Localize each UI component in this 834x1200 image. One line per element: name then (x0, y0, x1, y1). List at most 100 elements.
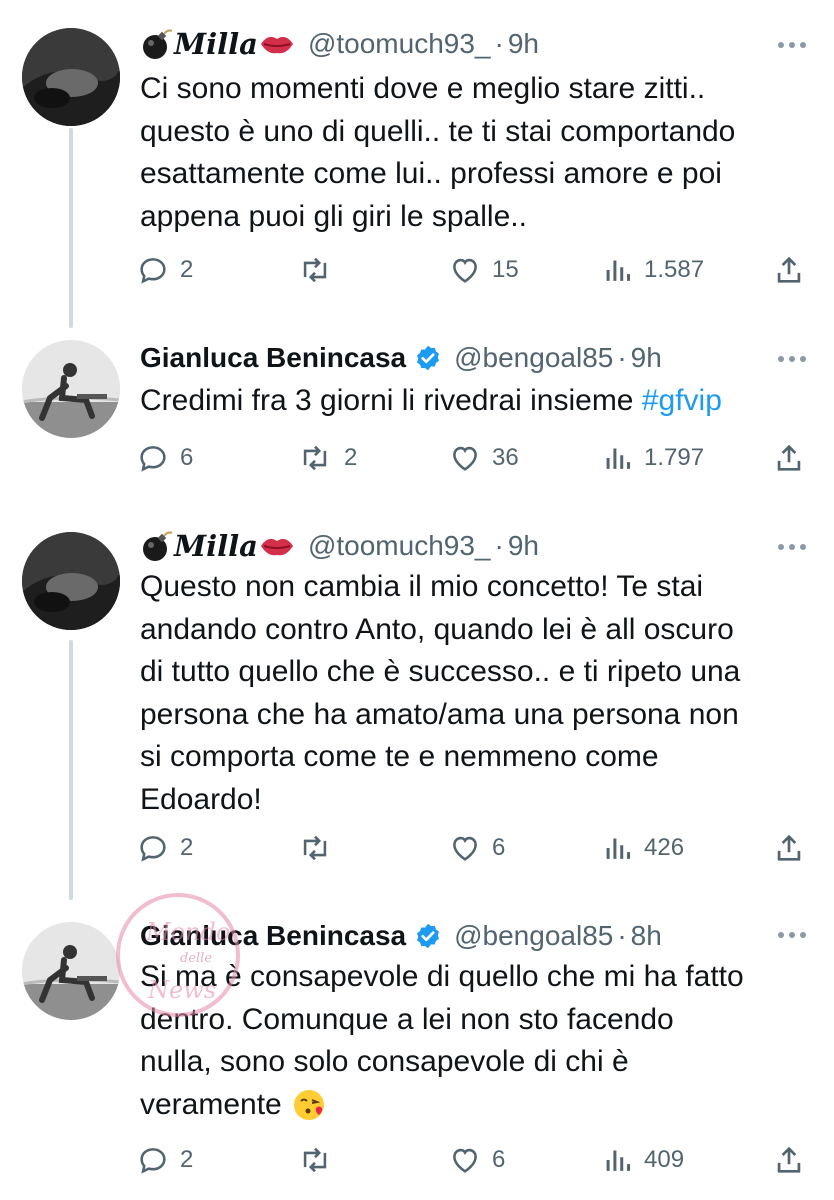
retweet-button[interactable] (296, 1140, 344, 1180)
views-icon (604, 441, 634, 475)
action-bar: 2 6 409 (136, 1140, 816, 1180)
tweet-text-line: di tutto quello che è successo.. e ti ri… (140, 655, 741, 688)
timestamp[interactable]: 9h (508, 530, 539, 562)
like-button[interactable]: 6 (448, 1140, 505, 1180)
bomb-emoji-icon (140, 529, 174, 563)
views-icon (604, 1143, 634, 1177)
tweet[interactable]: Milla @toomuch93_ · 9h Questo non cambia… (0, 512, 834, 904)
tweet-text-line: nulla, sono solo consapevole di chi è (140, 1045, 629, 1078)
hashtag-link[interactable]: #gfvip (642, 384, 722, 417)
timestamp[interactable]: 9h (508, 28, 539, 60)
tweet-text-line: Ci sono momenti dove e meglio stare zitt… (140, 72, 706, 105)
views-button[interactable]: 426 (604, 828, 684, 868)
views-button[interactable]: 409 (604, 1140, 684, 1180)
avatar[interactable] (22, 922, 120, 1020)
more-options-icon[interactable] (778, 544, 806, 550)
tweet-text-line: persona che ha amato/ama una persona non (140, 697, 739, 731)
views-button[interactable]: 1.587 (604, 250, 704, 290)
like-count: 15 (492, 256, 519, 283)
timestamp[interactable]: 8h (631, 920, 662, 952)
heart-icon (448, 253, 482, 287)
share-icon (772, 1143, 806, 1177)
kiss-mark-emoji-icon (258, 29, 296, 59)
verified-badge-icon (414, 922, 442, 950)
reply-count: 2 (180, 1146, 194, 1173)
retweet-icon (296, 441, 334, 475)
tweet-text: Questo non cambia il mio concetto! Te st… (140, 566, 810, 821)
display-name[interactable]: Milla (174, 529, 258, 563)
tweet-text: Credimi fra 3 giorni li rivedrai insieme… (140, 380, 810, 423)
tweet-text: Si ma è consapevole di quello che mi ha … (140, 956, 810, 1126)
user-handle[interactable]: @bengoal85 (454, 342, 613, 374)
avatar[interactable] (22, 340, 120, 438)
share-icon (772, 253, 806, 287)
views-count: 426 (644, 834, 685, 861)
views-button[interactable]: 1.797 (604, 438, 704, 478)
like-count: 6 (492, 834, 506, 861)
retweet-icon (296, 253, 334, 287)
views-icon (604, 831, 634, 865)
share-button[interactable] (772, 250, 806, 290)
verified-badge-icon (414, 344, 442, 372)
bomb-emoji-icon (140, 27, 174, 61)
retweet-icon (296, 1143, 334, 1177)
reply-button[interactable]: 2 (136, 1140, 193, 1180)
heart-icon (448, 831, 482, 865)
tweet-text-line: Edoardo! (140, 782, 262, 816)
display-name[interactable]: Milla (174, 27, 258, 61)
retweet-count: 2 (344, 444, 358, 471)
heart-icon (448, 441, 482, 475)
share-button[interactable] (772, 438, 806, 478)
like-button[interactable]: 15 (448, 250, 519, 290)
user-handle[interactable]: @toomuch93_ (308, 28, 491, 60)
like-count: 36 (492, 444, 519, 471)
display-name[interactable]: Gianluca Benincasa (140, 920, 406, 952)
retweet-button[interactable] (296, 250, 344, 290)
retweet-button[interactable] (296, 828, 344, 868)
user-handle[interactable]: @bengoal85 (454, 920, 613, 952)
tweet-text-line: Questo non cambia il mio concetto! Te st… (140, 570, 704, 603)
tweet-text-line: Si ma è consapevole di quello che mi ha … (140, 960, 744, 993)
tweet-text-line: esattamente come lui.. professi amore e … (140, 157, 722, 190)
like-button[interactable]: 6 (448, 828, 505, 868)
more-options-icon[interactable] (778, 42, 806, 48)
avatar[interactable] (22, 532, 120, 630)
views-icon (604, 253, 634, 287)
reply-icon (136, 253, 170, 287)
action-bar: 2 6 426 (136, 828, 816, 868)
share-button[interactable] (772, 828, 806, 868)
retweet-button[interactable]: 2 (296, 438, 357, 478)
display-name[interactable]: Gianluca Benincasa (140, 342, 406, 374)
share-icon (772, 831, 806, 865)
more-options-icon[interactable] (778, 932, 806, 938)
like-count: 6 (492, 1146, 506, 1173)
timestamp[interactable]: 9h (631, 342, 662, 374)
tweet[interactable]: Gianluca Benincasa @bengoal85 · 8h Si ma… (0, 904, 834, 1200)
reply-count: 2 (180, 256, 194, 283)
user-handle[interactable]: @toomuch93_ (308, 530, 491, 562)
views-count: 409 (644, 1146, 685, 1173)
tweet-text: Ci sono momenti dove e meglio stare zitt… (140, 68, 810, 238)
tweet-text-line: andando contro Anto, quando lei è all os… (140, 612, 734, 646)
more-options-icon[interactable] (778, 356, 806, 362)
reply-button[interactable]: 2 (136, 250, 193, 290)
tweet-text-line: questo è uno di quelli.. te ti stai comp… (140, 114, 736, 148)
face-blowing-kiss-emoji-icon (292, 1088, 326, 1122)
reply-count: 6 (180, 444, 194, 471)
dot-separator: · (494, 28, 504, 59)
tweet-text-line: dentro. Comunque a lei non sto facendo (140, 1002, 674, 1036)
tweet[interactable]: Gianluca Benincasa @bengoal85 · 9h Credi… (0, 320, 834, 512)
avatar[interactable] (22, 28, 120, 126)
kiss-mark-emoji-icon (258, 531, 296, 561)
tweet[interactable]: Milla @toomuch93_ · 9h Ci sono momenti d… (0, 0, 834, 320)
reply-button[interactable]: 6 (136, 438, 193, 478)
like-button[interactable]: 36 (448, 438, 519, 478)
retweet-icon (296, 831, 334, 865)
reply-icon (136, 441, 170, 475)
tweet-text-line: si comporta come te e nemmeno come (140, 740, 659, 773)
share-button[interactable] (772, 1140, 806, 1180)
reply-button[interactable]: 2 (136, 828, 193, 868)
reply-icon (136, 831, 170, 865)
dot-separator: · (617, 342, 627, 373)
action-bar: 6 2 36 1.797 (136, 438, 816, 478)
